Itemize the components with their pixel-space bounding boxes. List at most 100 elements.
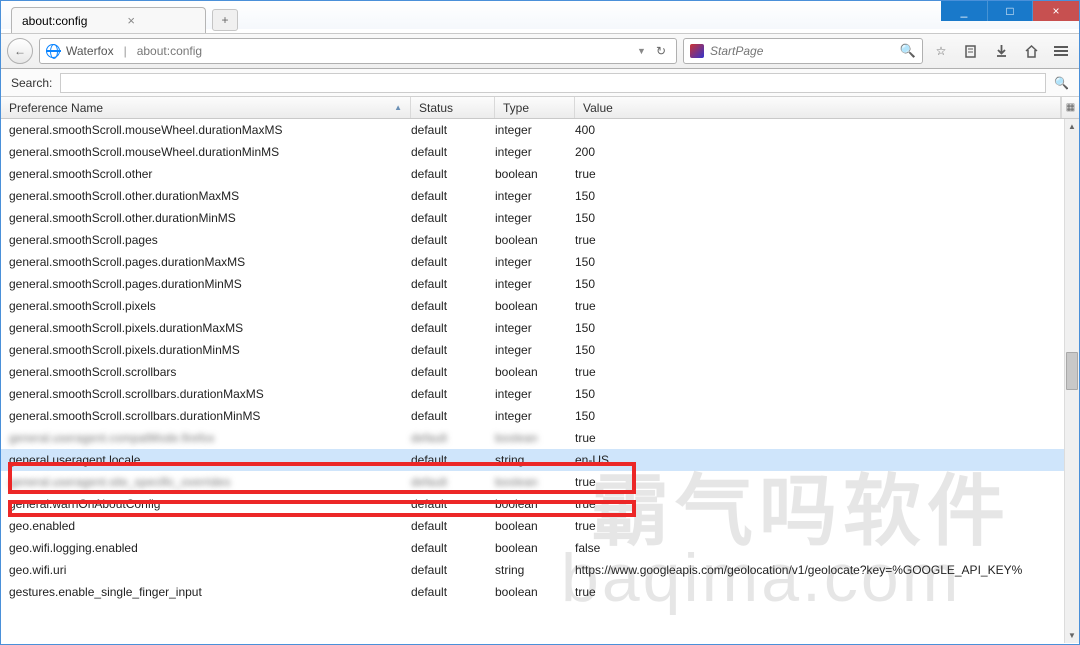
pref-type: boolean	[495, 233, 575, 247]
url-dropdown-icon[interactable]: ▼	[637, 46, 646, 56]
preference-row[interactable]: general.smoothScroll.mouseWheel.duration…	[1, 141, 1064, 163]
scrollbar-thumb[interactable]	[1066, 352, 1078, 390]
search-bar[interactable]: 🔍	[683, 38, 923, 64]
column-picker-button[interactable]: ▦	[1061, 97, 1079, 118]
pref-type: boolean	[495, 167, 575, 181]
scroll-up-button[interactable]: ▲	[1065, 119, 1079, 134]
pref-name: general.smoothScroll.pixels.durationMaxM…	[9, 321, 411, 335]
preference-row[interactable]: general.smoothScroll.otherdefaultboolean…	[1, 163, 1064, 185]
pref-value: true	[575, 585, 1064, 599]
header-status[interactable]: Status	[411, 97, 495, 118]
preference-row[interactable]: general.smoothScroll.pages.durationMinMS…	[1, 273, 1064, 295]
pref-value: 150	[575, 189, 1064, 203]
preferences-list: general.smoothScroll.mouseWheel.duration…	[1, 119, 1079, 643]
pref-value: 150	[575, 255, 1064, 269]
pref-type: integer	[495, 409, 575, 423]
window-close-button[interactable]: ×	[1033, 1, 1079, 21]
search-input[interactable]	[710, 44, 894, 58]
preference-row[interactable]: geo.enableddefaultbooleantrue	[1, 515, 1064, 537]
vertical-scrollbar[interactable]: ▲ ▼	[1064, 119, 1079, 643]
pref-name: general.useragent.site_specific_override…	[9, 475, 411, 489]
url-bar[interactable]: Waterfox | about:config ▼ ↻	[39, 38, 677, 64]
bookmark-star-button[interactable]: ☆	[929, 39, 953, 63]
pref-value: true	[575, 497, 1064, 511]
preference-row[interactable]: general.useragent.compatMode.firefoxdefa…	[1, 427, 1064, 449]
hamburger-icon	[1054, 46, 1068, 56]
preference-row[interactable]: general.useragent.site_specific_override…	[1, 471, 1064, 493]
preference-row[interactable]: geo.wifi.uridefaultstringhttps://www.goo…	[1, 559, 1064, 581]
search-label: Search:	[11, 76, 52, 90]
pref-status: default	[411, 321, 495, 335]
pref-value: 400	[575, 123, 1064, 137]
pref-type: string	[495, 453, 575, 467]
window-maximize-button[interactable]: □	[987, 1, 1033, 21]
identity-label: Waterfox	[66, 44, 114, 58]
downloads-button[interactable]	[989, 39, 1013, 63]
header-type[interactable]: Type	[495, 97, 575, 118]
pref-value: false	[575, 541, 1064, 555]
header-value[interactable]: Value	[575, 97, 1061, 118]
reload-button[interactable]: ↻	[652, 44, 670, 58]
sort-indicator-icon: ▲	[394, 103, 402, 112]
pref-status: default	[411, 145, 495, 159]
preference-row[interactable]: geo.wifi.logging.enableddefaultbooleanfa…	[1, 537, 1064, 559]
pref-type: boolean	[495, 585, 575, 599]
preference-row[interactable]: general.smoothScroll.pixels.durationMinM…	[1, 339, 1064, 361]
new-tab-button[interactable]: +	[212, 9, 238, 31]
preference-row[interactable]: general.smoothScroll.other.durationMinMS…	[1, 207, 1064, 229]
pref-value: 150	[575, 277, 1064, 291]
pref-status: default	[411, 167, 495, 181]
pref-name: general.smoothScroll.scrollbars.duration…	[9, 387, 411, 401]
pref-name: general.smoothScroll.scrollbars.duration…	[9, 409, 411, 423]
preference-row[interactable]: general.smoothScroll.other.durationMaxMS…	[1, 185, 1064, 207]
pref-value: true	[575, 431, 1064, 445]
preference-row[interactable]: general.smoothScroll.pixels.durationMaxM…	[1, 317, 1064, 339]
pref-type: integer	[495, 189, 575, 203]
pref-status: default	[411, 255, 495, 269]
home-button[interactable]	[1019, 39, 1043, 63]
pref-value: 150	[575, 387, 1064, 401]
scroll-down-button[interactable]: ▼	[1065, 628, 1079, 643]
preference-row[interactable]: general.smoothScroll.scrollbars.duration…	[1, 383, 1064, 405]
window-minimize-button[interactable]: _	[941, 1, 987, 21]
pref-name: general.useragent.compatMode.firefox	[9, 431, 411, 445]
search-go-icon[interactable]: 🔍	[900, 43, 916, 59]
library-button[interactable]	[959, 39, 983, 63]
header-preference-name[interactable]: Preference Name▲	[1, 97, 411, 118]
config-search-input[interactable]	[60, 73, 1046, 93]
pref-name: geo.enabled	[9, 519, 411, 533]
preference-row[interactable]: general.smoothScroll.scrollbarsdefaultbo…	[1, 361, 1064, 383]
preference-row[interactable]: general.smoothScroll.pagesdefaultboolean…	[1, 229, 1064, 251]
preference-row[interactable]: general.smoothScroll.scrollbars.duration…	[1, 405, 1064, 427]
back-button[interactable]: ←	[7, 38, 33, 64]
pref-status: default	[411, 299, 495, 313]
pref-type: integer	[495, 145, 575, 159]
pref-status: default	[411, 475, 495, 489]
preference-row[interactable]: general.smoothScroll.pages.durationMaxMS…	[1, 251, 1064, 273]
menu-button[interactable]	[1049, 39, 1073, 63]
preference-row[interactable]: general.warnOnAboutConfigdefaultbooleant…	[1, 493, 1064, 515]
pref-type: boolean	[495, 365, 575, 379]
preference-row[interactable]: general.smoothScroll.pixelsdefaultboolea…	[1, 295, 1064, 317]
globe-icon	[46, 44, 60, 58]
pref-status: default	[411, 585, 495, 599]
scrollbar-track[interactable]	[1065, 134, 1079, 628]
pref-status: default	[411, 277, 495, 291]
search-engine-icon[interactable]	[690, 44, 704, 58]
pref-value: 150	[575, 409, 1064, 423]
pref-value: true	[575, 475, 1064, 489]
pref-name: general.smoothScroll.scrollbars	[9, 365, 411, 379]
pref-status: default	[411, 189, 495, 203]
pref-name: general.smoothScroll.other	[9, 167, 411, 181]
pref-value: en-US	[575, 453, 1064, 467]
pref-value: true	[575, 167, 1064, 181]
preference-row[interactable]: general.smoothScroll.mouseWheel.duration…	[1, 119, 1064, 141]
preference-row[interactable]: gestures.enable_single_finger_inputdefau…	[1, 581, 1064, 603]
pref-name: geo.wifi.uri	[9, 563, 411, 577]
tab-close-icon[interactable]: ×	[127, 13, 135, 28]
browser-tab[interactable]: about:config ×	[11, 7, 206, 33]
pref-status: default	[411, 409, 495, 423]
pref-type: string	[495, 563, 575, 577]
pref-value: true	[575, 233, 1064, 247]
preference-row[interactable]: general.useragent.localedefaultstringen-…	[1, 449, 1064, 471]
